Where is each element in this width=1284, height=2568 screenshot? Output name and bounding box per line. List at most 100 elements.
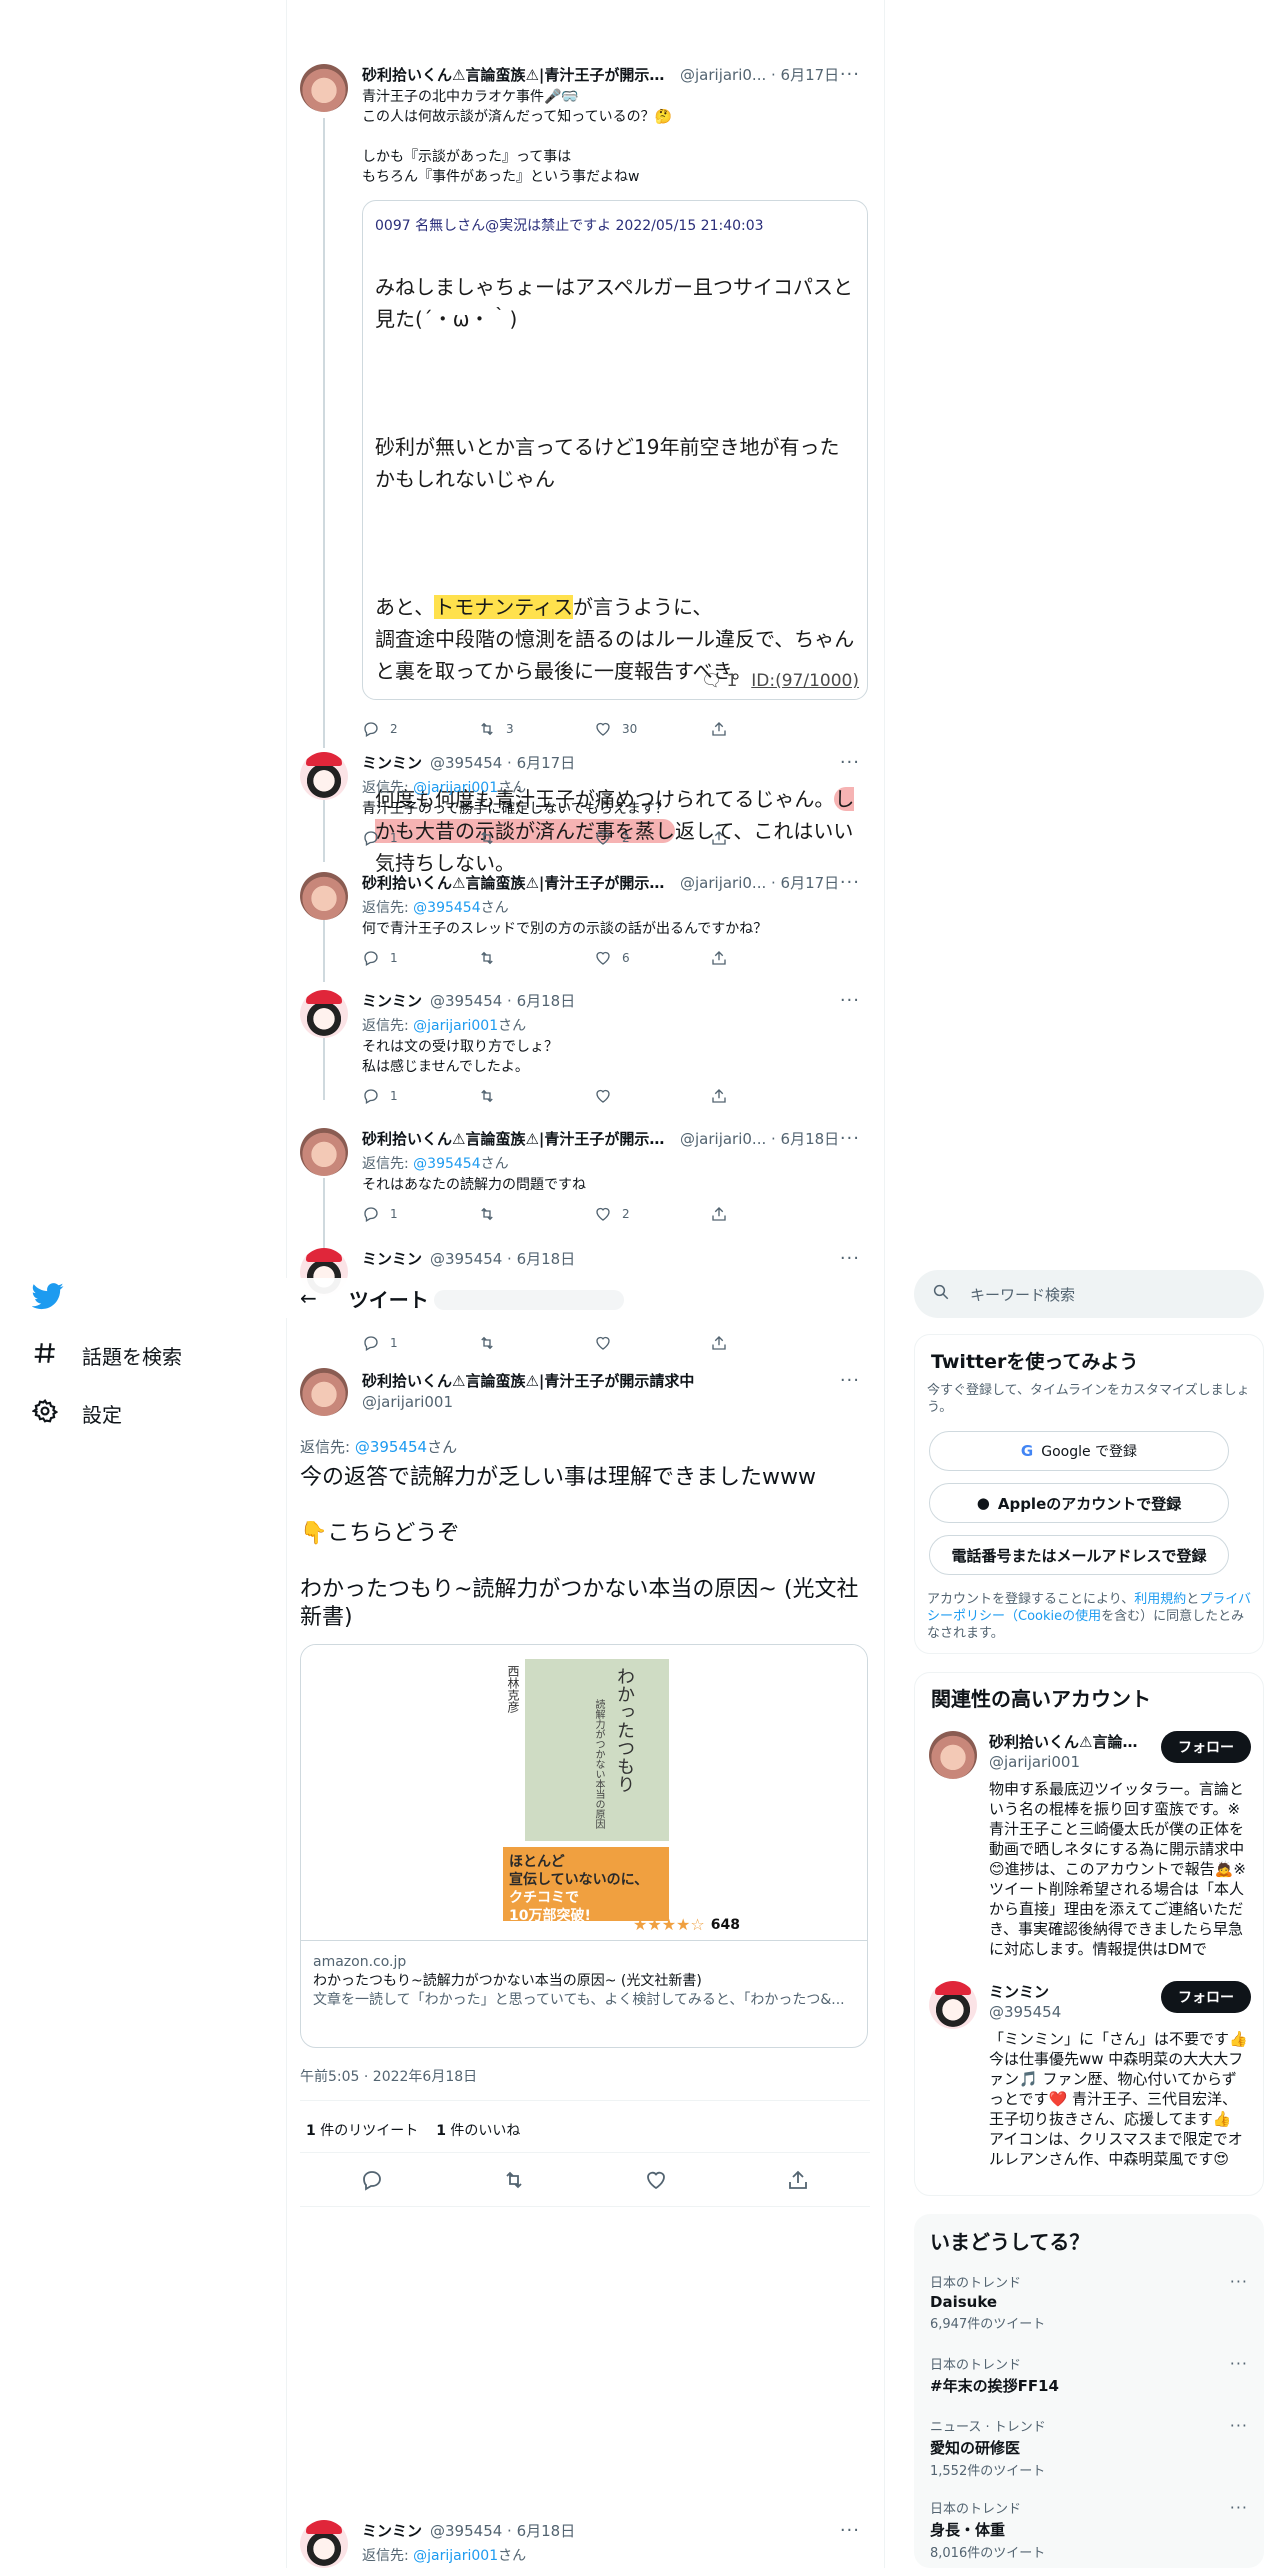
author-handle[interactable]: @jarijari0... · 6月18日 (680, 1128, 839, 1149)
reply-button[interactable]: 1 (362, 1205, 478, 1223)
more-options-icon[interactable]: ··· (840, 1370, 860, 1391)
tweet-actions: 1 (362, 1334, 826, 1352)
avatar[interactable] (300, 64, 348, 112)
link-preview-card[interactable]: 西林克彦 わかったつもり 読解力がつかない本当の原因 ほとんど 宣伝していないの… (300, 1644, 868, 2048)
phone-signup-button[interactable]: 電話番号またはメールアドレスで登録 (929, 1535, 1229, 1575)
author-handle[interactable]: @395454 · 6月18日 (430, 990, 575, 1011)
share-button[interactable] (710, 1334, 826, 1352)
author-name[interactable]: ミンミン (362, 990, 422, 1011)
trend-item[interactable]: 日本のトレンド #年末の挨拶FF14 ··· (930, 2354, 1248, 2396)
avatar[interactable] (300, 872, 348, 920)
reply-to-link[interactable]: @395454 (355, 1438, 427, 1456)
author-name[interactable]: 砂利拾いくん⚠言論蛮族⚠|青汁王子が開示請求中 (362, 1370, 694, 1391)
author-name[interactable]: ミンミン (362, 1248, 422, 1269)
share-button[interactable] (710, 1087, 826, 1105)
share-icon[interactable] (786, 2168, 810, 2192)
reply-icon (364, 1336, 378, 1351)
signup-subtitle: 今すぐ登録して、タイムラインをカスタマイズしましょう。 (927, 1383, 1250, 1415)
reply-button[interactable]: 1 (362, 829, 478, 847)
like-button[interactable]: 2 (594, 1205, 710, 1223)
author-handle[interactable]: @395454 · 6月18日 (430, 1248, 575, 1269)
reply-to-link[interactable]: @jarijari001 (413, 780, 498, 796)
author-handle[interactable]: @jarijari0... · 6月17日 (680, 872, 839, 893)
share-button[interactable] (710, 829, 826, 847)
trend-item[interactable]: ニュース · トレンド 愛知の研修医 1,552件のツイート ··· (930, 2416, 1248, 2479)
reply-button[interactable]: 2 (362, 720, 478, 738)
thread-connector (323, 1178, 325, 1252)
share-button[interactable] (710, 1205, 826, 1223)
apple-signup-button[interactable]: ● Appleのアカウントで登録 (929, 1483, 1229, 1523)
more-options-icon[interactable]: ··· (840, 2520, 860, 2541)
like-button[interactable]: 30 (594, 720, 710, 738)
account-name[interactable]: ミンミン (989, 1981, 1139, 2002)
avatar[interactable] (929, 1981, 977, 2029)
like-button[interactable] (594, 1334, 710, 1352)
like-button[interactable]: 2 (594, 829, 710, 847)
avatar[interactable] (929, 1731, 977, 1779)
retweet-button[interactable] (478, 1087, 594, 1105)
tweet-text: それはあなたの読解力の問題ですね (362, 1177, 586, 1193)
more-options-icon[interactable]: ··· (1230, 2354, 1248, 2373)
follow-button[interactable]: フォロー (1161, 1981, 1251, 2013)
author-name[interactable]: 砂利拾いくん⚠言論蛮族⚠|青汁王子が開示請... (362, 872, 672, 893)
retweet-button[interactable] (478, 949, 594, 967)
more-options-icon[interactable]: ··· (840, 1248, 860, 1269)
avatar[interactable] (300, 1368, 348, 1416)
more-options-icon[interactable]: ··· (840, 64, 860, 85)
avatar[interactable] (300, 990, 348, 1038)
more-options-icon[interactable]: ··· (840, 872, 860, 893)
retweet-button[interactable] (478, 1334, 594, 1352)
more-options-icon[interactable]: ··· (840, 990, 860, 1011)
heart-icon[interactable] (644, 2168, 668, 2192)
reply-to-link[interactable]: @395454 (413, 1156, 480, 1172)
reply-button[interactable]: 1 (362, 949, 478, 967)
reply-icon[interactable] (360, 2168, 384, 2192)
author-handle[interactable]: @395454 · 6月17日 (430, 752, 575, 773)
retweet-icon (481, 1336, 493, 1350)
author-name[interactable]: ミンミン (362, 752, 422, 773)
retweets-stat[interactable]: 1 件のリツイート (306, 2120, 418, 2140)
back-arrow-icon[interactable]: ← (300, 1286, 317, 1310)
more-options-icon[interactable]: ··· (1230, 2416, 1248, 2435)
more-options-icon[interactable]: ··· (840, 752, 860, 773)
trend-item[interactable]: 日本のトレンド 身長・体重 8,016件のツイート ··· (930, 2498, 1248, 2561)
follow-button[interactable]: フォロー (1161, 1731, 1251, 1763)
reply-to-link[interactable]: @jarijari001 (413, 2548, 498, 2564)
google-signup-button[interactable]: G Google で登録 (929, 1431, 1229, 1471)
author-name[interactable]: ミンミン (362, 2520, 422, 2541)
like-button[interactable]: 6 (594, 949, 710, 967)
more-options-icon[interactable]: ··· (1230, 2272, 1248, 2291)
reply-to-link[interactable]: @jarijari001 (413, 1018, 498, 1034)
retweet-button[interactable] (478, 829, 594, 847)
author-handle[interactable]: @395454 · 6月18日 (430, 2520, 575, 2541)
nav-explore[interactable]: 話題を検索 (32, 1340, 182, 1371)
reply-to-link[interactable]: @395454 (413, 900, 480, 916)
search-box[interactable]: キーワード検索 (914, 1270, 1264, 1318)
author-handle[interactable]: @jarijari001 (362, 1393, 860, 1411)
account-name[interactable]: 砂利拾いくん⚠言論... (989, 1731, 1139, 1752)
share-button[interactable] (710, 720, 826, 738)
avatar[interactable] (300, 752, 348, 800)
terms-link[interactable]: 利用規約 (1134, 1592, 1186, 1607)
twitter-logo-icon[interactable] (31, 1280, 64, 1312)
reply-button[interactable]: 1 (362, 1334, 478, 1352)
retweet-icon[interactable] (502, 2168, 526, 2192)
quoted-image-card[interactable]: 0097 名無しさん@実況は禁止ですよ 2022/05/15 21:40:03 … (362, 200, 868, 875)
more-options-icon[interactable]: ··· (840, 1128, 860, 1149)
post-id-link[interactable]: ID:(97/1000) (751, 671, 859, 691)
likes-stat[interactable]: 1 件のいいね (436, 2120, 520, 2140)
reply-button[interactable]: 1 (362, 1087, 478, 1105)
nav-settings[interactable]: 設定 (31, 1398, 122, 1429)
author-name[interactable]: 砂利拾いくん⚠言論蛮族⚠|青汁王子が開示請... (362, 1128, 672, 1149)
tweet-timestamp[interactable]: 午前5:05 · 2022年6月18日 (300, 2066, 477, 2086)
avatar[interactable] (300, 2520, 348, 2568)
retweet-button[interactable] (478, 1205, 594, 1223)
avatar[interactable] (300, 1128, 348, 1176)
author-handle[interactable]: @jarijari0... · 6月17日 (680, 64, 839, 85)
share-button[interactable] (710, 949, 826, 967)
more-options-icon[interactable]: ··· (1230, 2498, 1248, 2517)
trend-item[interactable]: 日本のトレンド Daisuke 6,947件のツイート ··· (930, 2272, 1248, 2332)
like-button[interactable] (594, 1087, 710, 1105)
author-name[interactable]: 砂利拾いくん⚠言論蛮族⚠|青汁王子が開示請... (362, 64, 672, 85)
retweet-button[interactable]: 3 (478, 720, 594, 738)
